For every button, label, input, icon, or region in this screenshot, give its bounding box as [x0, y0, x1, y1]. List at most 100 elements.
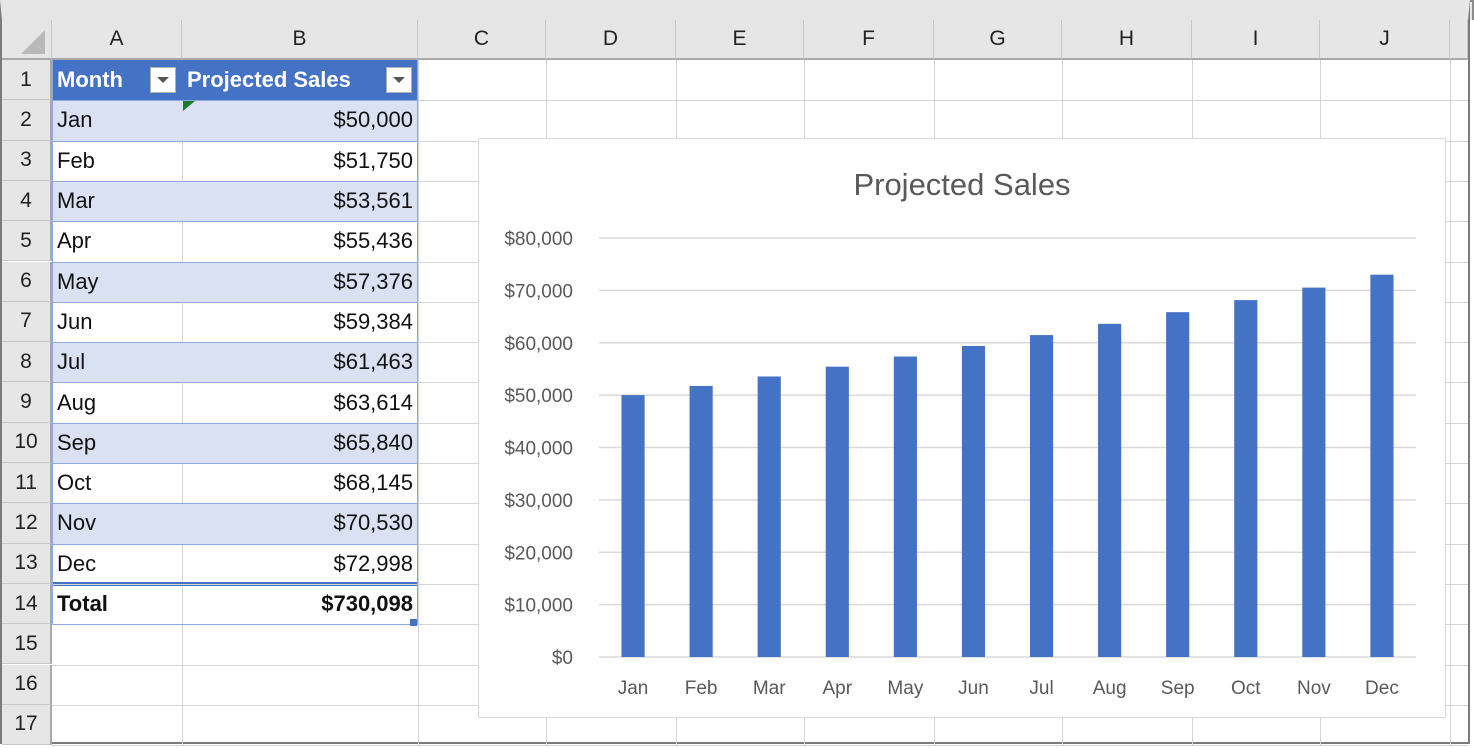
bar-jan [621, 395, 645, 657]
cell-divider [182, 543, 183, 584]
column-header-j[interactable]: J [1320, 20, 1450, 60]
table-cell-month[interactable]: Dec [52, 543, 182, 584]
table-cell-month[interactable]: Jan [52, 100, 182, 141]
column-header-e[interactable]: E [676, 20, 804, 60]
table-cell-month[interactable]: Jul [52, 342, 182, 383]
y-tick-label: $80,000 [504, 229, 573, 250]
column-header-h[interactable]: H [1062, 20, 1192, 60]
dropdown-arrow-icon [157, 77, 169, 83]
row-header-2[interactable]: 2 [2, 100, 52, 141]
column-header-a[interactable]: A [52, 20, 182, 60]
table-total-label[interactable]: Total [52, 584, 182, 624]
table-cell-month[interactable]: Nov [52, 503, 182, 544]
row-header-11[interactable]: 11 [2, 463, 52, 504]
projected-sales-filter-button[interactable] [386, 67, 412, 93]
row-header-17[interactable]: 17 [2, 704, 52, 746]
table-cell-sales[interactable]: $61,463 [182, 342, 418, 383]
cell-divider [182, 301, 183, 343]
total-double-border [52, 581, 418, 584]
cell-divider [182, 221, 183, 262]
x-tick-label: Nov [1297, 678, 1331, 699]
x-tick-label: Jun [958, 678, 989, 699]
table-cell-sales[interactable]: $72,998 [182, 543, 418, 584]
bar-jun [961, 345, 986, 657]
bar-dec [1370, 274, 1394, 657]
y-tick-label: $50,000 [504, 386, 573, 407]
table-header-projected-sales: Projected Sales [182, 60, 418, 101]
column-header-d[interactable]: D [546, 20, 676, 60]
table-cell-month[interactable]: Aug [52, 382, 182, 423]
table-cell-sales[interactable]: $51,750 [182, 140, 418, 181]
row-header-16[interactable]: 16 [2, 664, 52, 705]
dropdown-arrow-icon [393, 77, 405, 83]
select-all-corner[interactable] [2, 20, 52, 60]
table-cell-month[interactable]: Sep [52, 422, 182, 463]
row-header-6[interactable]: 6 [2, 261, 52, 302]
row-header-8[interactable]: 8 [2, 342, 52, 383]
table-row-border [52, 463, 418, 464]
table-row-border [52, 543, 418, 545]
table-cell-month[interactable]: Jun [52, 301, 182, 343]
table-row-border [52, 301, 418, 303]
x-tick-label: Mar [753, 678, 786, 699]
table-cell-sales[interactable]: $68,145 [182, 463, 418, 504]
table-right-border [417, 60, 418, 625]
gridline-row [52, 745, 1468, 747]
table-cell-sales[interactable]: $53,561 [182, 180, 418, 222]
chart-projected-sales[interactable]: Projected Sales $0 $10,000 $20,000 $30,000 $… [478, 138, 1446, 718]
table-row-border [52, 382, 418, 384]
y-tick-label: $40,000 [504, 439, 573, 460]
table-cell-month[interactable]: Oct [52, 463, 182, 504]
row-header-7[interactable]: 7 [2, 301, 52, 343]
table-row-border [52, 342, 418, 344]
row-header-13[interactable]: 13 [2, 543, 52, 584]
y-tick-label: $30,000 [504, 491, 573, 512]
table-cell-month[interactable]: Apr [52, 221, 182, 262]
table-row-border [52, 180, 418, 182]
table-cell-month[interactable]: Feb [52, 140, 182, 181]
row-header-12[interactable]: 12 [2, 503, 52, 544]
table-cell-sales[interactable]: $55,436 [182, 221, 418, 262]
bar-sep [1166, 312, 1190, 657]
total-double-border [52, 584, 418, 586]
column-header-f[interactable]: F [804, 20, 934, 60]
row-header-15[interactable]: 15 [2, 624, 52, 665]
table-cell-sales[interactable]: $70,530 [182, 503, 418, 544]
column-header-i[interactable]: I [1192, 20, 1320, 60]
cell-divider [182, 463, 183, 504]
table-cell-sales[interactable]: $63,614 [182, 382, 418, 423]
column-header-c[interactable]: C [418, 20, 546, 60]
table-resize-handle[interactable] [410, 619, 417, 626]
row-header-14[interactable]: 14 [2, 583, 52, 625]
row-header-1[interactable]: 1 [2, 60, 52, 101]
table-cell-sales[interactable]: $57,376 [182, 261, 418, 302]
table-cell-sales[interactable]: $50,000 [182, 100, 418, 141]
bar-nov [1302, 287, 1326, 657]
row-header-5[interactable]: 5 [2, 221, 52, 262]
bar-mar [757, 376, 781, 657]
table-total-value[interactable]: $730,098 [182, 584, 418, 624]
table-left-border [52, 60, 53, 625]
x-tick-label: Sep [1161, 678, 1195, 699]
y-tick-label: $20,000 [504, 543, 573, 564]
table-cell-sales[interactable]: $59,384 [182, 301, 418, 343]
row-header-10[interactable]: 10 [2, 422, 52, 463]
table-cell-month[interactable]: May [52, 261, 182, 302]
table-row-border [52, 140, 418, 142]
x-tick-label: Dec [1365, 678, 1399, 699]
column-header-g[interactable]: G [934, 20, 1062, 60]
x-tick-label: Jul [1029, 678, 1053, 699]
table-row-border [52, 261, 418, 263]
chart-plot: $0 $10,000 $20,000 $30,000 $40,000 $50,000 $60… [504, 229, 1416, 699]
month-filter-button[interactable] [150, 67, 176, 93]
row-header-9[interactable]: 9 [2, 382, 52, 423]
column-header-b[interactable]: B [182, 20, 418, 60]
table-cell-sales[interactable]: $65,840 [182, 422, 418, 463]
row-header-3[interactable]: 3 [2, 140, 52, 181]
row-header-4[interactable]: 4 [2, 180, 52, 222]
table-row-border [52, 422, 418, 424]
y-tick-label: $70,000 [504, 281, 573, 302]
x-tick-label: Aug [1093, 678, 1127, 699]
table-cell-month[interactable]: Mar [52, 180, 182, 222]
column-header-extra[interactable] [1450, 20, 1468, 60]
